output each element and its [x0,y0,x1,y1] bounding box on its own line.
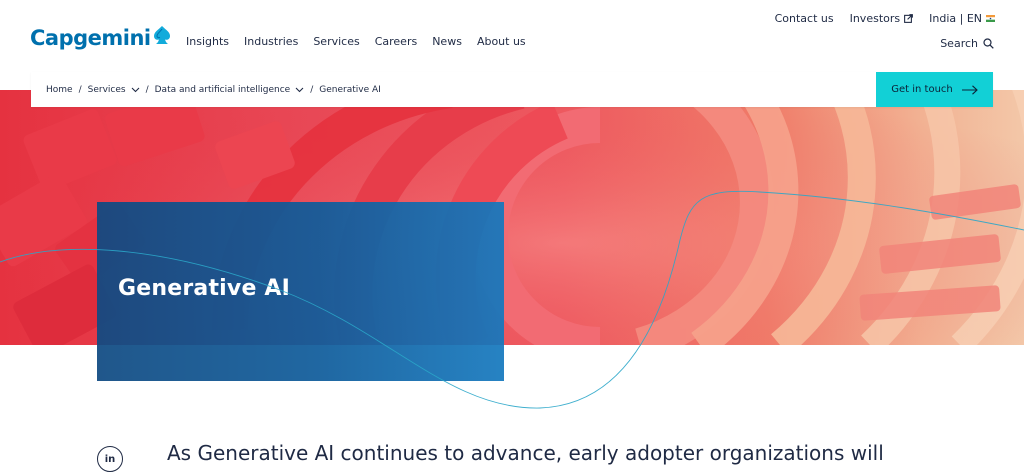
contact-us-link[interactable]: Contact us [775,12,834,25]
hero-title-card: Generative AI [97,202,504,381]
chevron-down-icon[interactable] [131,87,140,93]
nav-services[interactable]: Services [313,35,359,48]
main-nav: Insights Industries Services Careers New… [186,35,541,48]
external-link-icon [904,14,914,23]
breadcrumb: Home / Services / Data and artificial in… [31,85,381,95]
logo-wordmark: Capgemini [30,26,151,50]
breadcrumb-current: Generative AI [319,84,381,95]
linkedin-share-button[interactable]: in [97,446,123,472]
chevron-down-icon[interactable] [295,87,304,93]
site-header: Capgemini Insights Industries Services C… [0,0,1024,64]
breadcrumb-separator: / [310,84,314,95]
breadcrumb-separator: / [78,84,82,95]
breadcrumb-bar: Home / Services / Data and artificial in… [31,72,993,107]
intro-paragraph: As Generative AI continues to advance, e… [167,441,884,465]
capgemini-logo[interactable]: Capgemini [30,26,172,50]
get-in-touch-label: Get in touch [891,84,953,95]
investors-link-wrap: Investors [850,12,914,25]
nav-insights[interactable]: Insights [186,35,229,48]
nav-careers[interactable]: Careers [375,35,418,48]
nav-about-us[interactable]: About us [477,35,526,48]
nav-news[interactable]: News [432,35,462,48]
search-icon [983,38,994,49]
arrow-right-icon [961,84,978,95]
region-label: India | EN [929,12,982,25]
page-title: Generative AI [118,276,291,301]
spade-icon [153,26,170,44]
region-selector[interactable]: India | EN [929,12,995,25]
breadcrumb-services[interactable]: Services [88,85,126,95]
utility-nav: Contact us Investors India | EN [759,12,995,25]
contact-link-wrap: Contact us [775,12,834,25]
breadcrumb-home[interactable]: Home [46,85,73,95]
search-label: Search [940,37,978,50]
investors-link[interactable]: Investors [850,12,901,25]
india-flag-icon [986,15,995,22]
linkedin-icon: in [104,453,116,465]
breadcrumb-data-ai[interactable]: Data and artificial intelligence [155,85,291,95]
nav-industries[interactable]: Industries [244,35,298,48]
get-in-touch-button[interactable]: Get in touch [876,72,993,107]
search-button[interactable]: Search [940,37,994,50]
breadcrumb-separator: / [145,84,149,95]
